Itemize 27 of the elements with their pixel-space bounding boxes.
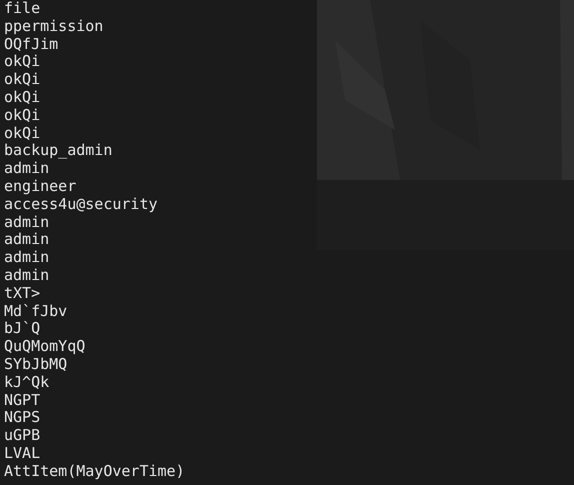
terminal-line: QuQMomYqQ (4, 338, 86, 356)
terminal-line: okQi (4, 106, 40, 125)
terminal-line: admin (4, 214, 50, 232)
terminal-line: NGPS (4, 409, 40, 428)
terminal-line: tXT> (4, 284, 40, 303)
terminal-line: kJ^Qk (4, 374, 50, 392)
terminal-line: access4u@security (4, 196, 158, 214)
terminal-line: admin (4, 160, 50, 178)
terminal-line: bJ`Q (4, 320, 40, 338)
terminal-line: Md`fJbv (4, 302, 68, 320)
terminal-line: okQi (4, 53, 40, 72)
terminal-line: admin (4, 266, 50, 285)
terminal-line: okQi (4, 124, 40, 142)
terminal-line: SYbJbMQ (4, 356, 68, 374)
terminal-line: LVAL (4, 444, 40, 463)
terminal-line: ppermission (4, 18, 104, 36)
terminal-line: admin (4, 249, 50, 267)
terminal-line: okQi (4, 88, 40, 107)
terminal-line: backup_admin (4, 142, 112, 160)
terminal-line: okQi (4, 71, 40, 89)
terminal-line: NGPT (4, 392, 40, 410)
terminal-line: uGPB (4, 427, 40, 445)
terminal-line: file (4, 0, 40, 18)
terminal-line: OQfJim (4, 36, 58, 54)
terminal-line: admin (4, 231, 50, 250)
terminal-line: engineer (4, 178, 76, 196)
terminal-line: AttItem(MayOverTime) (4, 462, 185, 481)
